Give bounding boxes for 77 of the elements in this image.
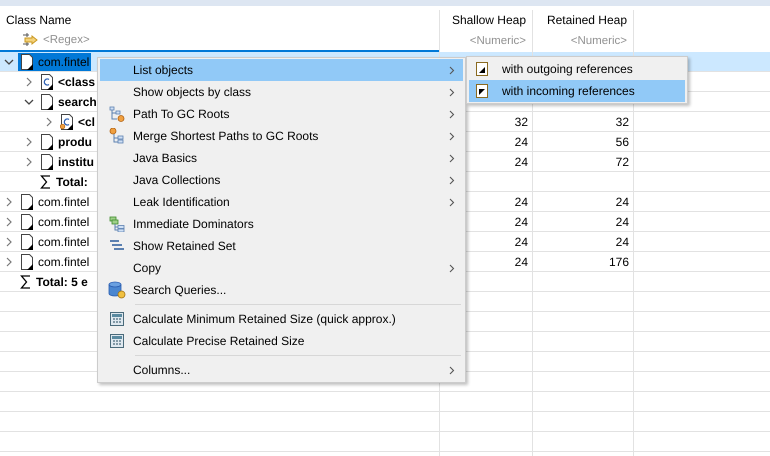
tree-icon xyxy=(108,128,124,144)
shallow-heap-value: 24 xyxy=(514,194,528,208)
expand-icon[interactable] xyxy=(4,256,14,266)
column-header[interactable]: Shallow Heap xyxy=(452,13,526,27)
class-file-icon xyxy=(40,74,54,90)
database-icon xyxy=(108,281,126,299)
expand-icon[interactable] xyxy=(4,216,14,226)
class-file-icon xyxy=(60,114,74,130)
class-name: <cl xyxy=(78,114,96,128)
shallow-heap-value: 24 xyxy=(514,134,528,148)
file-icon xyxy=(40,154,54,170)
calculator-icon xyxy=(110,312,124,326)
menu-item[interactable]: Show Retained Set xyxy=(100,235,463,257)
menu-item[interactable]: with incoming references xyxy=(469,80,685,102)
retained-heap-value: 32 xyxy=(616,114,629,128)
expand-icon[interactable] xyxy=(44,116,54,126)
retained-heap-value: 176 xyxy=(608,254,629,268)
column-header[interactable]: Retained Heap xyxy=(546,13,627,27)
list-icon xyxy=(108,239,124,253)
menu-item[interactable]: Calculate Precise Retained Size xyxy=(100,330,463,352)
class-name: com.fintel xyxy=(38,234,90,248)
file-icon xyxy=(40,134,54,150)
menu-item[interactable]: Show objects by class xyxy=(100,81,463,103)
retained-heap-value: 24 xyxy=(616,234,629,248)
expand-icon[interactable] xyxy=(24,96,34,106)
expand-icon[interactable] xyxy=(24,156,34,166)
expand-icon[interactable] xyxy=(4,236,14,246)
sum-icon xyxy=(20,274,32,288)
file-icon xyxy=(40,94,54,110)
dominator-tree-icon xyxy=(108,216,124,232)
menu-item[interactable]: Java Collections xyxy=(100,169,463,191)
sum-icon xyxy=(40,174,52,188)
class-name: Total: xyxy=(56,174,88,188)
menu-item[interactable]: Leak Identification xyxy=(100,191,463,213)
tree-icon xyxy=(108,106,124,122)
outgoing-references-icon xyxy=(476,62,488,76)
retained-heap-value: 24 xyxy=(616,214,629,228)
menu-item[interactable]: Java Basics xyxy=(100,147,463,169)
class-name: com.fintel xyxy=(38,214,90,228)
retained-heap-value: 72 xyxy=(616,154,629,168)
column-header[interactable]: Class Name xyxy=(6,13,72,27)
menu-item[interactable]: Columns... xyxy=(100,359,463,381)
menu-item[interactable]: with outgoing references xyxy=(469,58,685,80)
retained-heap-value: 24 xyxy=(616,194,629,208)
expand-icon[interactable] xyxy=(4,56,14,66)
file-icon xyxy=(20,254,34,270)
incoming-references-icon xyxy=(476,84,488,98)
class-name: search xyxy=(58,94,97,108)
shallow-heap-value: 24 xyxy=(514,214,528,228)
expand-icon[interactable] xyxy=(24,136,34,146)
menu-item[interactable]: Copy xyxy=(100,257,463,279)
shallow-heap-value: 24 xyxy=(514,154,528,168)
file-icon xyxy=(20,194,34,210)
class-name: com.fintel xyxy=(38,254,90,268)
class-name: com.fintel xyxy=(38,54,90,68)
file-icon xyxy=(20,234,34,250)
expand-icon[interactable] xyxy=(24,76,34,86)
menu-item[interactable]: Calculate Minimum Retained Size (quick approx.) xyxy=(100,308,463,330)
menu-item[interactable]: Immediate Dominators xyxy=(100,213,463,235)
file-icon xyxy=(20,54,34,70)
menu-item[interactable]: Search Queries... xyxy=(100,279,463,301)
retained-heap-value: 56 xyxy=(616,134,629,148)
menu-item[interactable]: Path To GC Roots xyxy=(100,103,463,125)
calculator-icon xyxy=(110,334,124,348)
class-name: Total: 5 e xyxy=(36,274,88,288)
menu-item[interactable]: Merge Shortest Paths to GC Roots xyxy=(100,125,463,147)
shallow-heap-value: 24 xyxy=(514,234,528,248)
shallow-heap-value: 32 xyxy=(514,114,528,128)
filter-icon xyxy=(22,32,39,48)
shallow-heap-value: 24 xyxy=(514,254,528,268)
menu-item[interactable]: List objects xyxy=(100,59,463,81)
class-name: com.fintel xyxy=(38,194,90,208)
class-name: <class xyxy=(58,74,96,88)
class-name: institu xyxy=(58,154,94,168)
expand-icon[interactable] xyxy=(4,196,14,206)
class-name: produ xyxy=(58,134,92,148)
file-icon xyxy=(20,214,34,230)
